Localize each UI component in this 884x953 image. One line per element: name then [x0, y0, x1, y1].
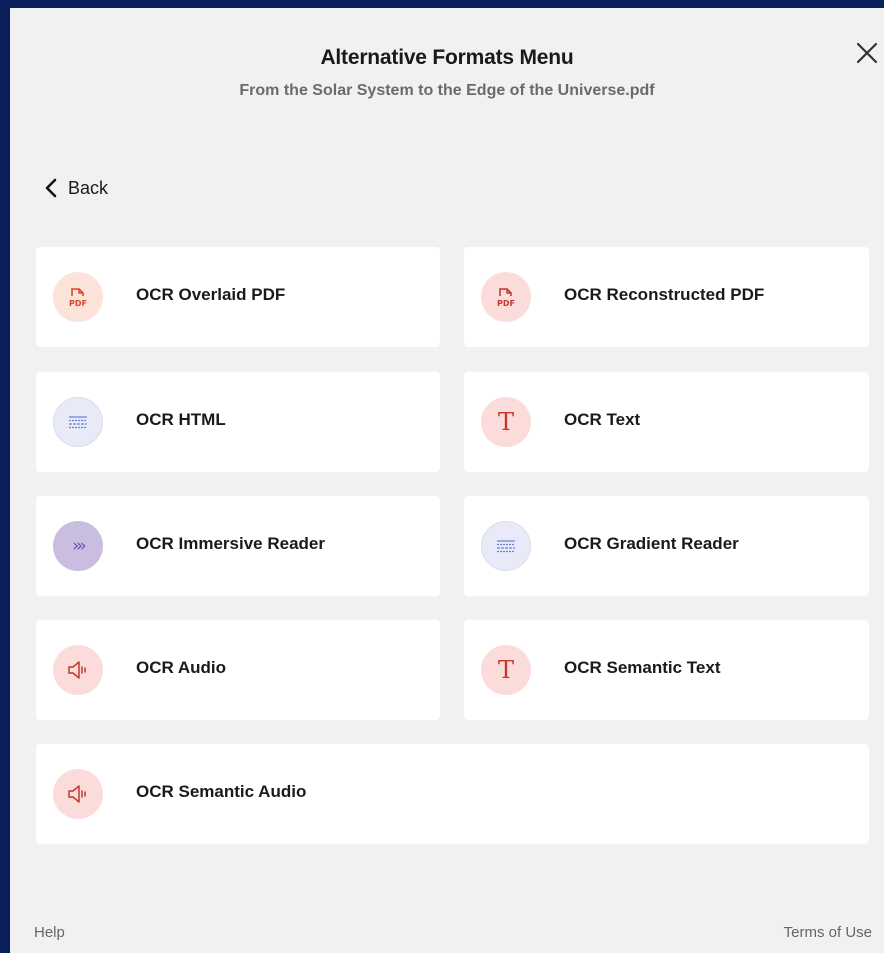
speaker-icon [53, 769, 103, 819]
svg-text:PDF: PDF [497, 299, 515, 308]
format-card-ocr-semantic-audio[interactable]: OCR Semantic Audio [36, 744, 869, 844]
format-card-ocr-immersive-reader[interactable]: ››› OCR Immersive Reader [36, 496, 440, 596]
format-card-ocr-text[interactable]: T OCR Text [464, 372, 869, 472]
document-name: From the Solar System to the Edge of the… [239, 82, 655, 99]
format-label: OCR Text [564, 410, 641, 429]
pdf-icon: PDF [481, 272, 531, 322]
chevron-left-icon [45, 178, 57, 198]
pdf-icon: PDF [53, 272, 103, 322]
close-icon [856, 42, 878, 64]
format-label: OCR HTML [136, 410, 226, 429]
format-label: OCR Reconstructed PDF [564, 285, 765, 304]
html-lines-icon [53, 397, 103, 447]
format-label: OCR Gradient Reader [564, 534, 739, 553]
format-label: OCR Overlaid PDF [136, 285, 286, 304]
chevrons-icon: ››› [53, 521, 103, 571]
terms-of-use-link[interactable]: Terms of Use [784, 924, 872, 941]
help-link[interactable]: Help [34, 924, 65, 941]
gradient-lines-icon [481, 521, 531, 571]
format-card-ocr-audio[interactable]: OCR Audio [36, 620, 440, 720]
format-label: OCR Semantic Audio [136, 782, 307, 801]
format-label: OCR Audio [136, 658, 227, 677]
format-card-ocr-gradient-reader[interactable]: OCR Gradient Reader [464, 496, 869, 596]
format-label: OCR Immersive Reader [136, 534, 325, 553]
text-t-icon: T [481, 397, 531, 447]
alternative-formats-dialog: Alternative Formats Menu From the Solar … [10, 8, 884, 953]
speaker-icon [53, 645, 103, 695]
svg-text:PDF: PDF [69, 299, 87, 308]
format-card-ocr-html[interactable]: OCR HTML [36, 372, 440, 472]
format-card-ocr-overlaid-pdf[interactable]: PDF OCR Overlaid PDF [36, 247, 440, 347]
format-card-ocr-semantic-text[interactable]: T OCR Semantic Text [464, 620, 869, 720]
format-card-ocr-reconstructed-pdf[interactable]: PDF OCR Reconstructed PDF [464, 247, 869, 347]
back-button[interactable]: Back [44, 176, 108, 200]
back-label: Back [68, 177, 109, 198]
format-label: OCR Semantic Text [564, 658, 721, 677]
text-t-icon: T [481, 645, 531, 695]
close-button[interactable] [852, 38, 882, 68]
dialog-title: Alternative Formats Menu [320, 46, 574, 69]
